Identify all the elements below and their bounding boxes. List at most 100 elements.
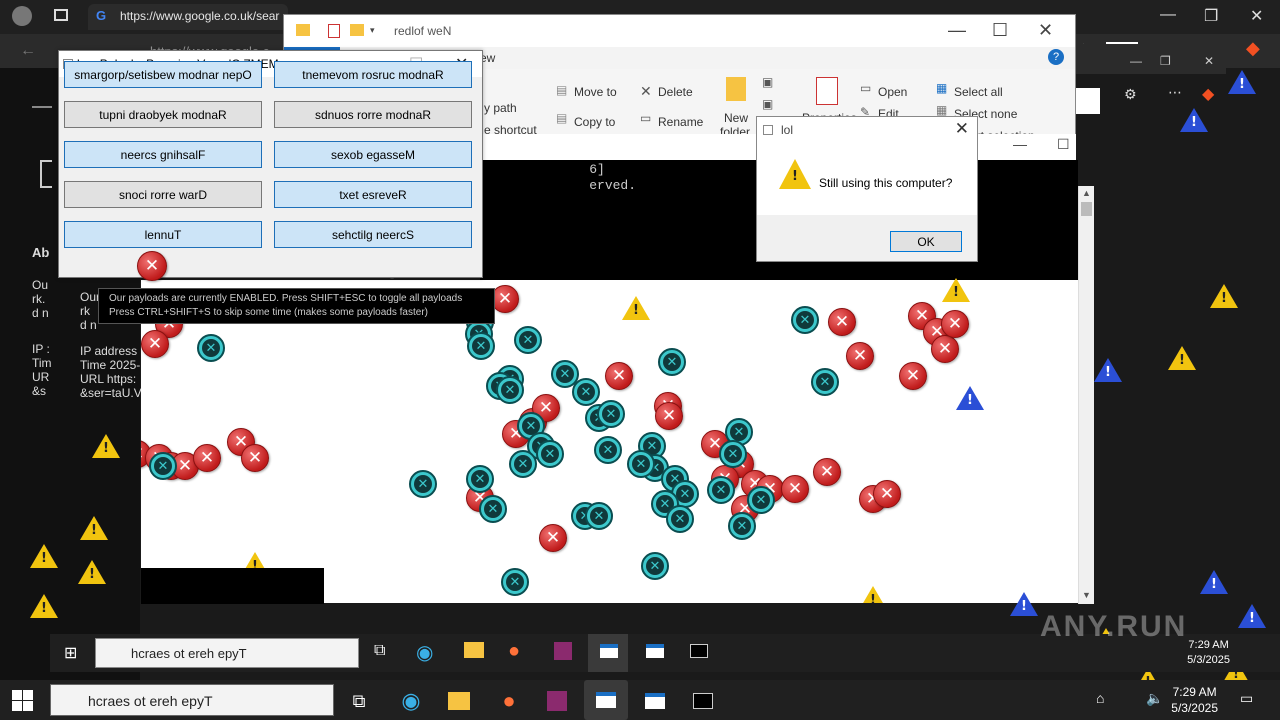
office-icon[interactable]: ◆ — [1202, 84, 1214, 104]
new-folder-icon — [726, 77, 746, 101]
edge-icon[interactable]: ◉ — [398, 688, 424, 714]
firefox-icon[interactable]: ● — [508, 640, 520, 663]
ok-button[interactable]: OK — [890, 231, 962, 252]
help-icon[interactable]: ? — [1048, 49, 1064, 65]
x-circle-icon: ✕ — [597, 400, 625, 428]
firefox-icon[interactable]: ● — [496, 688, 522, 714]
browser-tab[interactable]: https://www.google.co.uk/sear — [88, 4, 288, 30]
terminal-icon[interactable] — [690, 688, 716, 714]
minimize-icon[interactable]: — — [1160, 6, 1176, 24]
task-view-icon[interactable]: ⧉ — [374, 642, 385, 660]
payload-button[interactable]: lennuT — [64, 221, 262, 248]
payload-button[interactable]: neercs gnihsalF — [64, 141, 262, 168]
x-circle-icon: ✕ — [514, 326, 542, 354]
restore-icon[interactable]: ❐ — [1204, 6, 1218, 26]
close-icon[interactable]: ✕ — [1204, 54, 1214, 68]
rename-button[interactable]: Rename — [658, 115, 703, 129]
info-icon: ! — [1094, 358, 1122, 382]
minimize-icon[interactable]: — — [1130, 54, 1142, 68]
open-button[interactable]: Open — [878, 85, 907, 99]
start-icon[interactable] — [12, 690, 34, 712]
app-window-icon-2[interactable] — [646, 644, 664, 658]
app-window-icon[interactable] — [600, 644, 618, 658]
copilot-icon[interactable]: ◆ — [1246, 38, 1260, 59]
scroll-down-icon[interactable]: ▼ — [1082, 590, 1091, 600]
new-item-icon[interactable]: ▣ — [762, 75, 773, 89]
more-icon[interactable]: ⋯ — [1168, 84, 1182, 101]
copy-path-button[interactable]: y path — [484, 101, 517, 115]
x-circle-icon: ✕ — [658, 348, 686, 376]
inner-clock[interactable]: 7:29 AM 5/3/2025 — [1187, 638, 1230, 668]
payload-button[interactable]: sexob egasseM — [274, 141, 472, 168]
copy-to-button[interactable]: Copy to — [574, 115, 615, 129]
error-icon: ✕ — [899, 362, 927, 390]
taskbar-active-app[interactable] — [584, 680, 628, 720]
settings-icon[interactable]: ⚙ — [1124, 86, 1137, 103]
x-circle-icon: ✕ — [747, 486, 775, 514]
start-icon[interactable]: ⊞ — [64, 643, 77, 663]
easy-access-icon[interactable]: ▣ — [762, 97, 773, 111]
search-box[interactable]: hcraes ot ereh epyT — [50, 684, 334, 716]
speaker-icon[interactable]: 🔈 — [1146, 690, 1163, 707]
select-all-icon: ▦ — [936, 81, 948, 95]
payload-button[interactable]: sehctilg neercS — [274, 221, 472, 248]
select-all-button[interactable]: Select all — [954, 85, 1003, 99]
payload-button[interactable]: snoci rorre warD — [64, 181, 262, 208]
scrollbar[interactable]: ▲ ▼ — [1078, 186, 1094, 604]
scroll-up-icon[interactable]: ▲ — [1082, 188, 1091, 198]
app-window-icon[interactable] — [642, 688, 668, 714]
winrar-icon[interactable] — [544, 688, 570, 714]
back-icon[interactable]: ← — [20, 42, 36, 60]
error-icon: ✕ — [813, 458, 841, 486]
inner-search-box[interactable]: hcraes ot ereh epyT — [95, 638, 359, 668]
search-placeholder: hcraes ot ereh epyT — [131, 646, 247, 661]
tab-title: https://www.google.co.uk/sear — [120, 9, 280, 23]
clock[interactable]: 7:29 AM 5/3/2025 — [1171, 684, 1218, 716]
payload-button[interactable]: smargorp/setisbew modnar nepO — [64, 61, 262, 88]
error-icon: ✕ — [941, 310, 969, 338]
watermark: ANY.RUN — [1040, 610, 1188, 643]
new-folder-button[interactable]: New — [724, 111, 748, 125]
profile-icon[interactable] — [12, 6, 32, 26]
payload-button[interactable]: tnemevom rosruc modnaR — [274, 61, 472, 88]
x-circle-icon: ✕ — [585, 502, 613, 530]
x-circle-icon: ✕ — [501, 568, 529, 596]
close-icon[interactable]: ✕ — [1250, 6, 1263, 26]
edge-icon[interactable]: ◉ — [416, 640, 433, 665]
payload-button[interactable]: sdnuos rorre modnaR — [274, 101, 472, 128]
minimize-icon[interactable]: — — [1013, 136, 1027, 152]
task-view-icon[interactable]: ⧉ — [346, 688, 372, 714]
delete-button[interactable]: Delete — [658, 85, 693, 99]
sidebar-toggle-icon[interactable] — [54, 9, 68, 21]
info-icon: ! — [1180, 108, 1208, 132]
console-line-2: erved. — [480, 178, 637, 193]
maximize-icon[interactable]: ☐ — [992, 20, 1008, 41]
error-icon: ✕ — [491, 285, 519, 313]
terminal-icon[interactable] — [690, 644, 708, 658]
network-icon[interactable]: ⌂ — [1096, 690, 1104, 706]
error-icon: ✕ — [539, 524, 567, 552]
notification-icon[interactable]: ▭ — [1240, 690, 1253, 707]
payload-button[interactable]: tupni draobyek modnaR — [64, 101, 262, 128]
properties-icon[interactable] — [328, 24, 340, 38]
x-circle-icon: ✕ — [641, 552, 669, 580]
warning-icon: ! — [92, 434, 120, 458]
x-circle-icon: ✕ — [409, 470, 437, 498]
restore-icon[interactable]: ❐ — [1160, 54, 1171, 68]
explorer-icon[interactable] — [464, 642, 484, 658]
move-to-button[interactable]: Move to — [574, 85, 617, 99]
x-circle-icon: ✕ — [466, 465, 494, 493]
error-icon: ✕ — [781, 475, 809, 503]
warning-icon: ! — [30, 544, 58, 568]
new-folder-icon[interactable] — [350, 24, 364, 36]
qat-dropdown-icon[interactable]: ▾ — [370, 25, 375, 36]
minimize-icon[interactable]: — — [948, 20, 966, 41]
winrar-icon[interactable] — [554, 642, 572, 660]
x-circle-icon: ✕ — [791, 306, 819, 334]
payload-button[interactable]: txet esreveR — [274, 181, 472, 208]
explorer-icon[interactable] — [446, 688, 472, 714]
scroll-thumb[interactable] — [1081, 202, 1092, 216]
maximize-icon[interactable]: ☐ — [1057, 136, 1070, 153]
close-icon[interactable]: ✕ — [1038, 20, 1053, 41]
close-icon[interactable]: ✕ — [955, 119, 969, 139]
